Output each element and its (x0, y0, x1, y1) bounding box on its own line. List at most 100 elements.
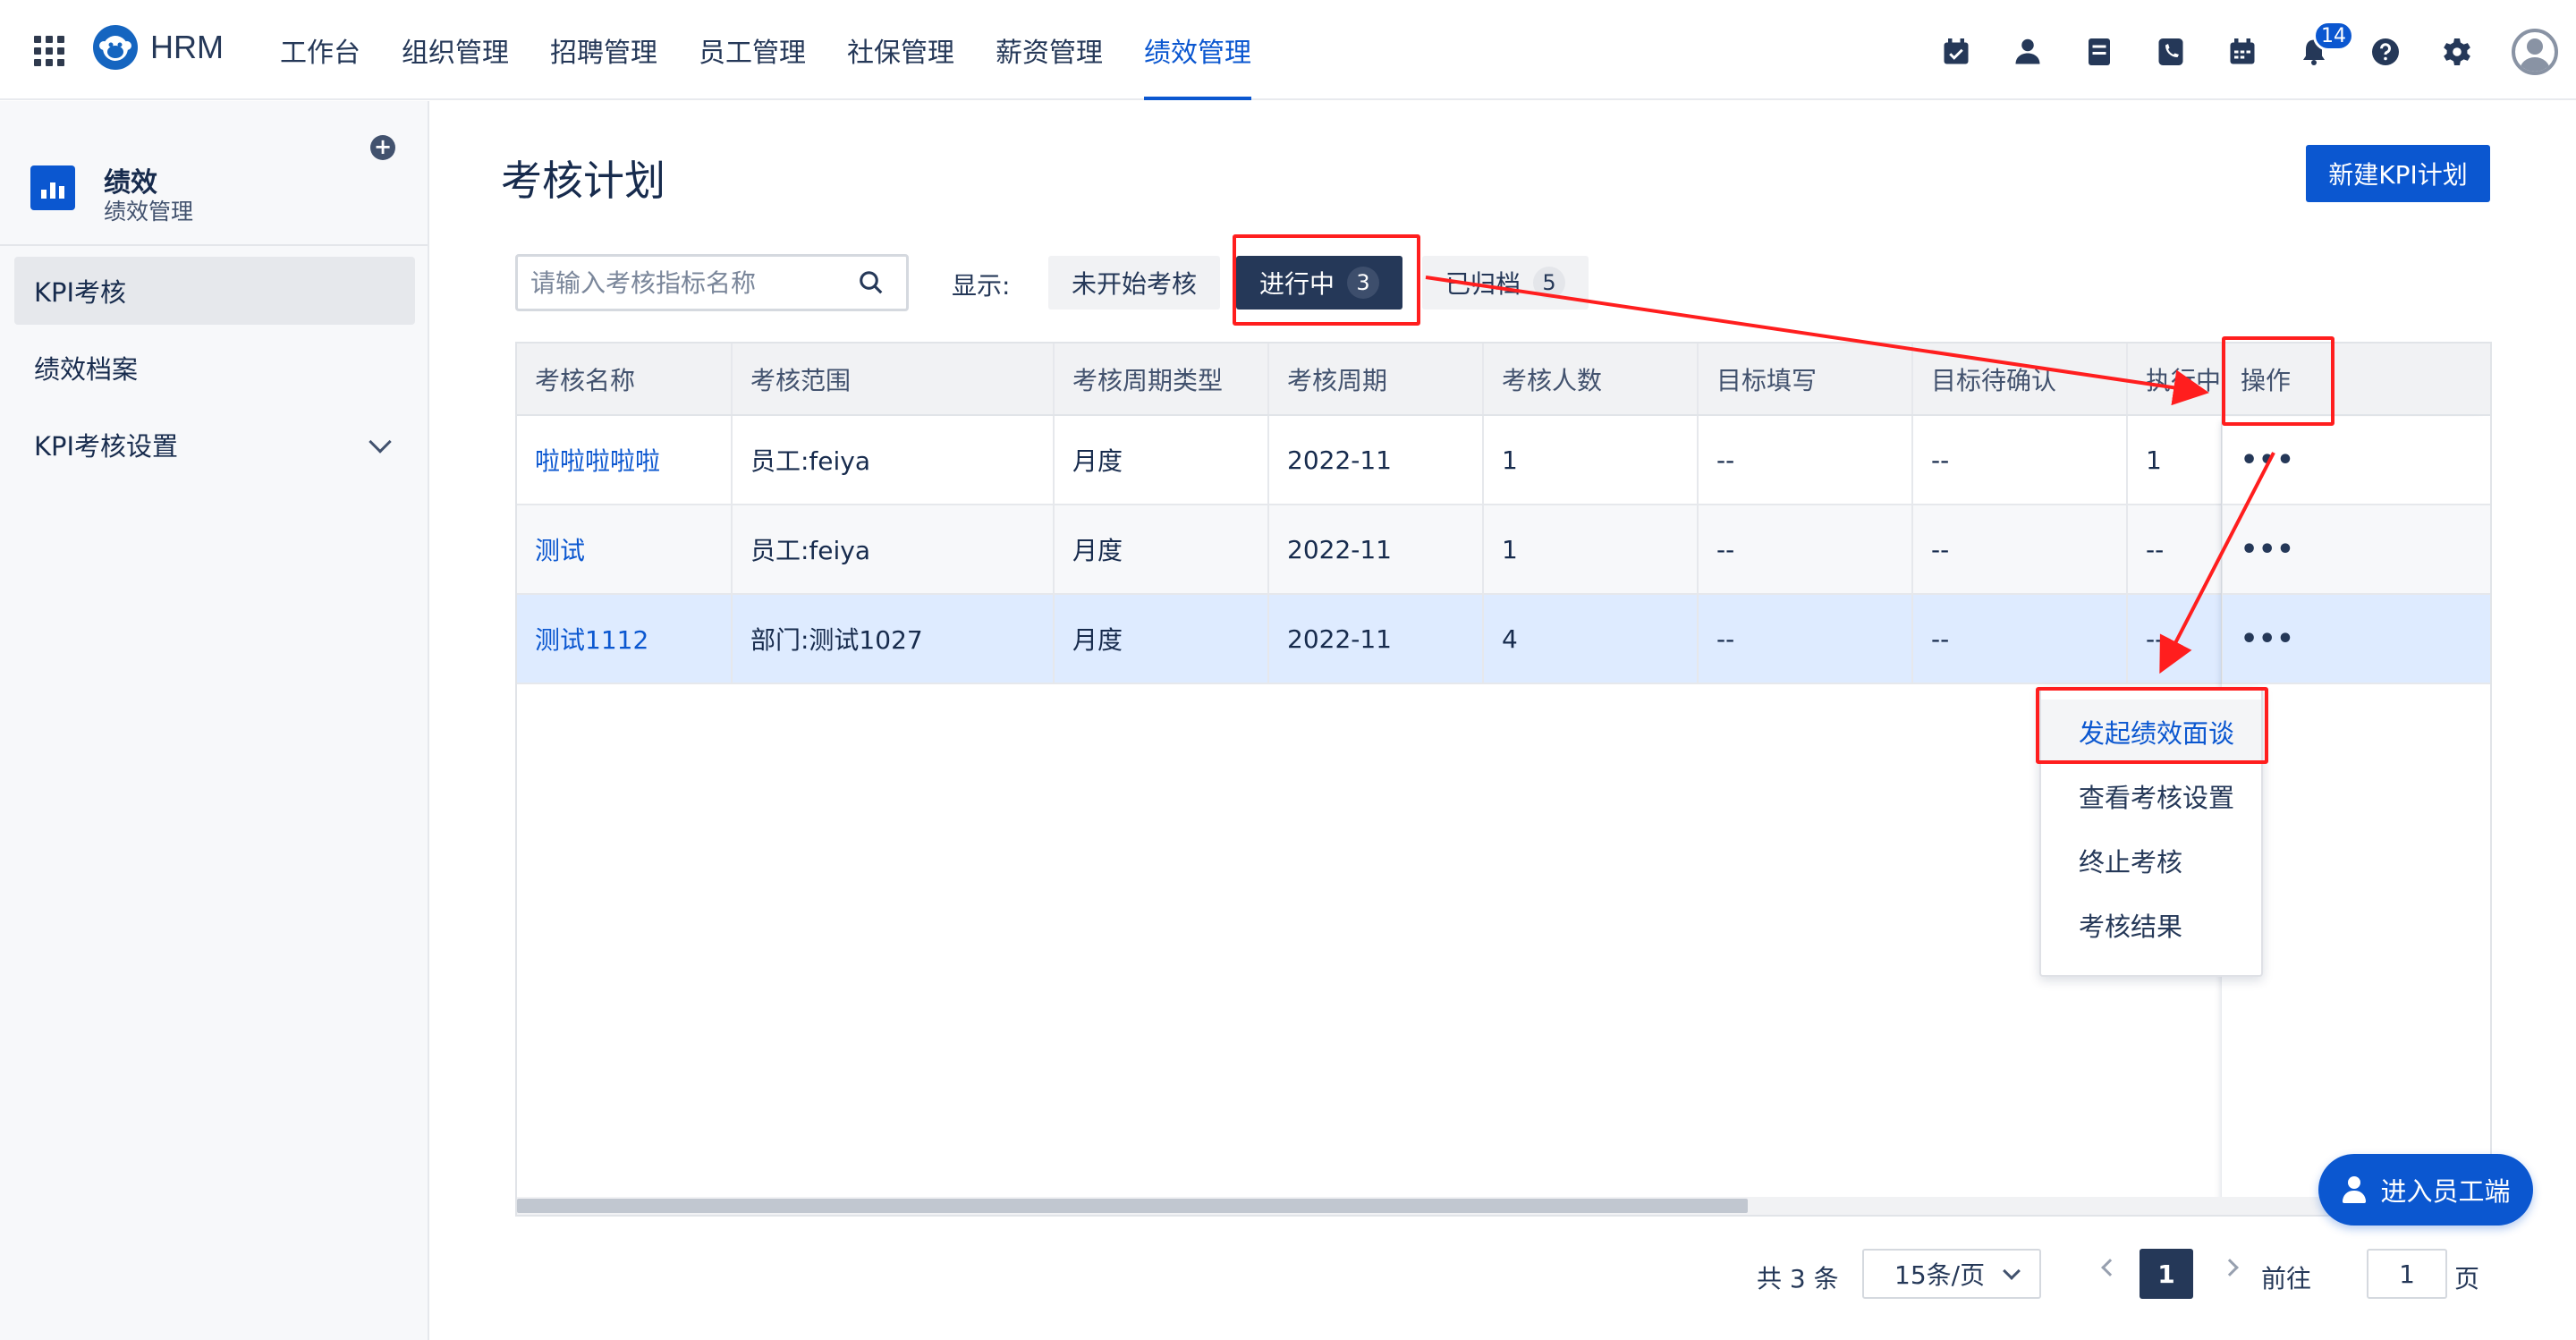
column-header[interactable]: 考核周期类型 (1054, 343, 1269, 416)
actions-dropdown-menu: 发起绩效面谈 查看考核设置 终止考核 考核结果 (2039, 687, 2263, 977)
nav-recruitment[interactable]: 招聘管理 (530, 0, 678, 100)
chevron-left-icon[interactable] (2101, 1259, 2119, 1276)
menu-item-terminate[interactable]: 终止考核 (2041, 828, 2261, 893)
current-page-button[interactable]: 1 (2140, 1249, 2193, 1299)
search-icon[interactable] (858, 269, 885, 296)
table-cell: -- (1912, 415, 2128, 505)
table-cell: 1 (2127, 415, 2223, 505)
filter-count: 5 (1533, 267, 1566, 299)
chevron-right-icon[interactable] (2221, 1259, 2239, 1276)
actions-cell: ••• (2222, 415, 2490, 505)
main-nav: 工作台 组织管理 招聘管理 员工管理 社保管理 薪资管理 绩效管理 (259, 0, 1272, 100)
table-cell: -- (2127, 594, 2223, 684)
new-kpi-plan-button[interactable]: 新建KPI计划 (2306, 145, 2490, 202)
gear-icon[interactable] (2440, 35, 2474, 69)
more-actions-icon[interactable]: ••• (2241, 623, 2295, 655)
filter-not-started[interactable]: 未开始考核 (1048, 256, 1221, 310)
table-row: 测试 员工:feiya 月度 2022-11 1 -- -- -- ••• (517, 505, 2490, 595)
table-cell: 2022-11 (1268, 415, 1484, 505)
app-grid-icon[interactable] (34, 36, 64, 66)
filter-in-progress[interactable]: 进行中 3 (1236, 256, 1403, 310)
sidebar: 绩效 绩效管理 + KPI考核 绩效档案 KPI考核设置 (0, 101, 429, 1340)
sidebar-header: 绩效 绩效管理 + (0, 101, 428, 246)
chevron-down-icon (2003, 1262, 2021, 1280)
user-icon (2341, 1176, 2368, 1203)
notification-badge: 14 (2313, 21, 2354, 51)
chevron-down-icon (369, 430, 392, 454)
more-actions-icon[interactable]: ••• (2241, 445, 2295, 476)
column-header[interactable]: 考核名称 (517, 343, 733, 416)
page-title: 考核计划 (501, 157, 665, 205)
page-size-select[interactable]: 15条/页 (1862, 1249, 2041, 1299)
table-cell: 员工:feiya (732, 505, 1055, 595)
table-cell: 2022-11 (1268, 505, 1484, 595)
column-header[interactable]: 目标待确认 (1912, 343, 2128, 416)
menu-item-start-interview[interactable]: 发起绩效面谈 (2041, 700, 2261, 764)
avatar-icon[interactable] (2512, 29, 2558, 75)
brand-name: HRM (150, 29, 224, 65)
table-header-row: 考核名称 考核范围 考核周期类型 考核周期 考核人数 目标填写 目标待确认 执行… (517, 343, 2490, 416)
filter-archived[interactable]: 已归档 5 (1422, 256, 1589, 310)
phone-icon[interactable] (2154, 35, 2188, 69)
more-actions-icon[interactable]: ••• (2241, 534, 2295, 565)
sidebar-item-label: KPI考核设置 (34, 431, 179, 462)
table-cell: 2022-11 (1268, 594, 1484, 684)
table-cell: 月度 (1054, 594, 1269, 684)
search-box (515, 254, 909, 311)
nav-salary[interactable]: 薪资管理 (975, 0, 1123, 100)
table-cell: 4 (1483, 594, 1699, 684)
column-header[interactable]: 考核范围 (732, 343, 1055, 416)
sidebar-item-kpi-settings[interactable]: KPI考核设置 (14, 411, 415, 479)
nav-social-security[interactable]: 社保管理 (826, 0, 975, 100)
table-cell: 1 (1483, 415, 1699, 505)
table-cell: -- (1698, 505, 1913, 595)
page-unit-label: 页 (2454, 1264, 2480, 1293)
filter-label: 进行中 (1259, 269, 1335, 299)
scrollbar-thumb[interactable] (517, 1199, 1748, 1213)
plan-name-link[interactable]: 啦啦啦啦啦 (517, 415, 733, 505)
show-label: 显示: (952, 271, 1011, 301)
table-cell: 月度 (1054, 505, 1269, 595)
table-cell: -- (2127, 505, 2223, 595)
document-icon[interactable] (2082, 35, 2116, 69)
bell-icon[interactable]: 14 (2297, 21, 2354, 69)
sidebar-item-kpi-review[interactable]: KPI考核 (14, 257, 415, 325)
table-cell: -- (1912, 594, 2128, 684)
nav-employees[interactable]: 员工管理 (678, 0, 826, 100)
calendar-icon[interactable] (2225, 35, 2259, 69)
sidebar-item-performance-archive[interactable]: 绩效档案 (14, 334, 415, 402)
table-cell: 部门:测试1027 (732, 594, 1055, 684)
goto-label: 前往 (2261, 1264, 2312, 1293)
table-row: 测试1112 部门:测试1027 月度 2022-11 4 -- -- -- •… (517, 594, 2490, 684)
menu-item-results[interactable]: 考核结果 (2041, 893, 2261, 957)
user-icon[interactable] (2011, 35, 2045, 69)
add-circle-icon[interactable]: + (370, 135, 395, 160)
table-cell: -- (1698, 415, 1913, 505)
nav-organization[interactable]: 组织管理 (381, 0, 530, 100)
top-bar: HRM 工作台 组织管理 招聘管理 员工管理 社保管理 薪资管理 绩效管理 14 (0, 0, 2576, 100)
enter-employee-portal-button[interactable]: 进入员工端 (2318, 1154, 2533, 1226)
goto-page-input[interactable] (2367, 1249, 2447, 1299)
search-input[interactable] (530, 264, 852, 301)
nav-performance[interactable]: 绩效管理 (1123, 0, 1272, 100)
table-cell: 员工:feiya (732, 415, 1055, 505)
filter-label: 未开始考核 (1072, 269, 1198, 299)
table-cell: -- (1912, 505, 2128, 595)
sidebar-subtitle: 绩效管理 (104, 199, 194, 225)
table-cell: 月度 (1054, 415, 1269, 505)
top-icon-group: 14 (1939, 21, 2558, 75)
calendar-check-icon[interactable] (1939, 35, 1973, 69)
column-header[interactable]: 目标填写 (1698, 343, 1913, 416)
fab-label: 进入员工端 (2380, 1176, 2511, 1207)
horizontal-scrollbar[interactable] (517, 1197, 2490, 1215)
nav-workbench[interactable]: 工作台 (259, 0, 381, 100)
column-header[interactable]: 考核周期 (1268, 343, 1484, 416)
column-header[interactable]: 执行中 (2127, 343, 2223, 416)
help-icon[interactable] (2368, 35, 2402, 69)
plan-name-link[interactable]: 测试1112 (517, 594, 733, 684)
menu-item-view-settings[interactable]: 查看考核设置 (2041, 764, 2261, 828)
plan-name-link[interactable]: 测试 (517, 505, 733, 595)
column-header[interactable]: 考核人数 (1483, 343, 1699, 416)
table-row: 啦啦啦啦啦 员工:feiya 月度 2022-11 1 -- -- 1 ••• (517, 415, 2490, 505)
bar-chart-icon (30, 165, 75, 210)
